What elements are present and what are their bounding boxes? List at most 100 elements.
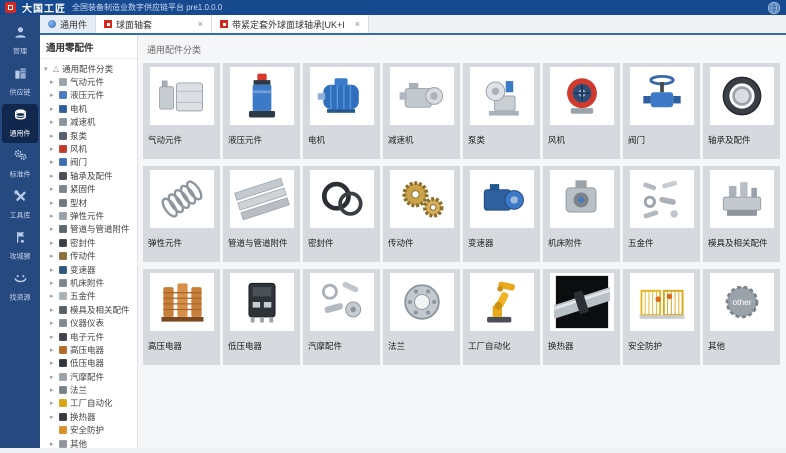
category-card[interactable]: 液压元件 — [223, 63, 300, 159]
category-card[interactable]: 弹性元件 — [143, 166, 220, 262]
sidebar-item-4[interactable]: 工具库 — [2, 186, 38, 225]
expand-icon[interactable]: ▸ — [50, 319, 56, 327]
tree-item[interactable]: ▸法兰 — [40, 383, 137, 396]
sidebar-item-3[interactable]: 标准件 — [2, 145, 38, 184]
expand-icon[interactable]: ▸ — [50, 306, 56, 314]
expand-icon[interactable]: ▸ — [50, 279, 56, 287]
category-card[interactable]: 风机 — [543, 63, 620, 159]
tree-item[interactable]: ▸其他 — [40, 437, 137, 448]
expand-icon[interactable]: ▸ — [50, 413, 56, 421]
category-card[interactable]: 工厂自动化 — [463, 269, 540, 365]
expand-icon[interactable]: ▸ — [50, 185, 56, 193]
tree-item[interactable]: ▸工厂自动化 — [40, 397, 137, 410]
expand-icon[interactable]: ▸ — [50, 440, 56, 448]
tree-item[interactable]: ▸密封件 — [40, 236, 137, 249]
tree-item[interactable]: ▸模具及相关配件 — [40, 303, 137, 316]
expand-icon[interactable]: ▸ — [50, 145, 56, 153]
category-card[interactable]: 减速机 — [383, 63, 460, 159]
category-card[interactable]: 模具及相关配件 — [703, 166, 780, 262]
tree-item[interactable]: ▸弹性元件 — [40, 209, 137, 222]
expand-icon[interactable]: ▸ — [50, 78, 56, 86]
category-card[interactable]: 换热器 — [543, 269, 620, 365]
tree-item[interactable]: 安全防护 — [40, 424, 137, 437]
expand-icon[interactable]: ▸ — [50, 172, 56, 180]
category-card[interactable]: 阀门 — [623, 63, 700, 159]
expand-icon[interactable]: ▸ — [50, 386, 56, 394]
expand-icon[interactable]: ▸ — [50, 359, 56, 367]
tree-item[interactable]: ▸阀门 — [40, 156, 137, 169]
tab-close-icon[interactable]: × — [349, 19, 360, 29]
category-grid: 气动元件液压元件电机减速机泵类风机阀门轴承及配件弹性元件管道与管道附件 密封件传动… — [138, 63, 786, 365]
tree-root-category[interactable]: ▾ △ 通用配件分类 — [40, 62, 137, 75]
tab-close-icon[interactable]: × — [192, 19, 203, 29]
tab-item-0[interactable]: 通用件 — [40, 15, 96, 33]
sidebar-item-6[interactable]: 找资源 — [2, 268, 38, 307]
tree-item[interactable]: ▸传动件 — [40, 249, 137, 262]
tree-item[interactable]: ▸电子元件 — [40, 330, 137, 343]
expand-icon[interactable]: ▸ — [50, 252, 56, 260]
sidebar-item-1[interactable]: 供应链 — [2, 63, 38, 102]
category-card[interactable]: 安全防护 — [623, 269, 700, 365]
category-card[interactable]: 密封件 — [303, 166, 380, 262]
category-card[interactable]: 轴承及配件 — [703, 63, 780, 159]
tree-item[interactable]: ▸低压电器 — [40, 357, 137, 370]
tree-item[interactable]: ▸高压电器 — [40, 343, 137, 356]
tree-item[interactable]: ▸仪器仪表 — [40, 316, 137, 329]
expand-icon[interactable]: ▸ — [50, 199, 56, 207]
sidebar-item-5[interactable]: 攻城狮 — [2, 227, 38, 266]
tab-item-1[interactable]: 球面轴套× — [96, 15, 212, 33]
expand-icon[interactable]: ▸ — [50, 91, 56, 99]
tree-item[interactable]: ▸泵类 — [40, 129, 137, 142]
category-card[interactable]: 高压电器 — [143, 269, 220, 365]
expand-icon[interactable]: ▸ — [50, 333, 56, 341]
category-card[interactable]: 低压电器 — [223, 269, 300, 365]
tree-item[interactable]: ▸管道与管道附件 — [40, 223, 137, 236]
tree-item[interactable]: ▸电机 — [40, 102, 137, 115]
expand-icon[interactable]: ▸ — [50, 118, 56, 126]
category-card[interactable]: 五金件 — [623, 166, 700, 262]
tree-item[interactable]: ▸型材 — [40, 196, 137, 209]
expand-icon[interactable]: ▸ — [50, 292, 56, 300]
category-card[interactable]: 机床附件 — [543, 166, 620, 262]
category-card[interactable]: 泵类 — [463, 63, 540, 159]
category-card[interactable]: 法兰 — [383, 269, 460, 365]
category-card[interactable]: other其他 — [703, 269, 780, 365]
expand-icon[interactable]: ▸ — [50, 105, 56, 113]
category-card[interactable]: 电机 — [303, 63, 380, 159]
sidebar-item-2[interactable]: 通用件 — [2, 104, 38, 143]
tab-item-2[interactable]: 带紧定套外球面球轴承[UK+I× — [212, 15, 369, 33]
category-card[interactable]: 变速器 — [463, 166, 540, 262]
tree-item[interactable]: ▸减速机 — [40, 116, 137, 129]
tree-item[interactable]: ▸气动元件 — [40, 75, 137, 88]
expand-icon[interactable]: ▸ — [50, 346, 56, 354]
tree-item[interactable]: ▸液压元件 — [40, 89, 137, 102]
expand-icon[interactable]: ▸ — [50, 158, 56, 166]
expand-icon[interactable]: ▸ — [50, 373, 56, 381]
expand-icon[interactable]: ▸ — [50, 132, 56, 140]
tree-item[interactable]: ▸风机 — [40, 142, 137, 155]
sidebar-item-0[interactable]: 管理 — [2, 22, 38, 61]
collapse-icon[interactable]: ▾ — [44, 65, 50, 73]
expand-icon[interactable]: ▸ — [50, 399, 56, 407]
category-card[interactable]: 传动件 — [383, 166, 460, 262]
sidebar-item-label: 标准件 — [9, 170, 30, 180]
tree-item[interactable]: ▸变速器 — [40, 263, 137, 276]
expand-icon[interactable]: ▸ — [50, 266, 56, 274]
expand-icon[interactable]: ▸ — [50, 239, 56, 247]
tree-item[interactable]: ▸五金件 — [40, 290, 137, 303]
tree-item[interactable]: ▸紧固件 — [40, 183, 137, 196]
tree-item[interactable]: ▸汽摩配件 — [40, 370, 137, 383]
tree-item-icon — [59, 413, 67, 421]
category-card-label: 管道与管道附件 — [228, 237, 288, 249]
app-sidebar: 管理供应链通用件标准件工具库攻城狮找资源 — [0, 15, 40, 448]
tree-item[interactable]: ▸机床附件 — [40, 276, 137, 289]
expand-icon[interactable]: ▸ — [50, 212, 56, 220]
category-card[interactable]: 管道与管道附件 — [223, 166, 300, 262]
expand-icon[interactable]: ▸ — [50, 225, 56, 233]
tree-item[interactable]: ▸轴承及配件 — [40, 169, 137, 182]
tree-item-icon — [59, 292, 67, 300]
category-card[interactable]: 气动元件 — [143, 63, 220, 159]
tree-item[interactable]: ▸换热器 — [40, 410, 137, 423]
globe-icon[interactable] — [767, 1, 781, 15]
category-card[interactable]: 汽摩配件 — [303, 269, 380, 365]
